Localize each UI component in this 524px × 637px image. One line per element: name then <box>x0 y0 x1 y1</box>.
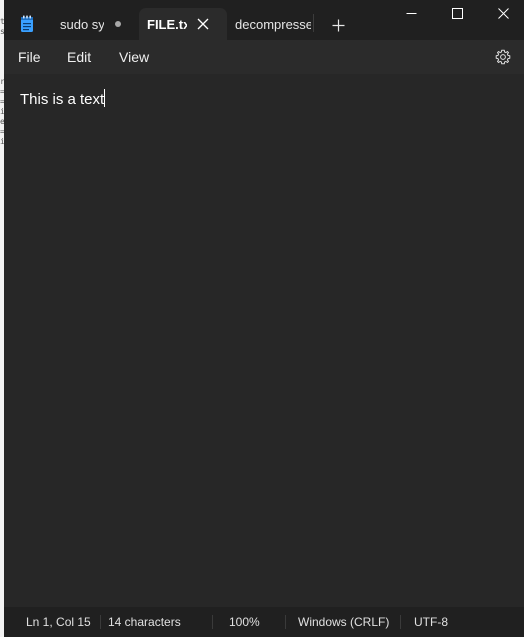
tab-decompressed[interactable]: decompressed <box>227 8 313 40</box>
status-separator <box>100 615 101 629</box>
status-bar: Ln 1, Col 15 14 characters 100% Windows … <box>4 607 524 637</box>
settings-gear-icon[interactable] <box>494 48 512 66</box>
tab-sudo-sy[interactable]: sudo sy <box>46 8 132 40</box>
tab-label: sudo sy <box>60 16 104 32</box>
encoding[interactable]: UTF-8 <box>414 607 448 637</box>
menu-bar: File Edit View <box>4 40 524 74</box>
notepad-app-icon <box>21 15 33 32</box>
editor-content[interactable]: This is a text <box>20 89 106 108</box>
tab-separator <box>313 14 314 32</box>
tab-label: FILE.txt <box>147 16 187 32</box>
status-separator <box>400 615 401 629</box>
menu-edit[interactable]: Edit <box>67 40 91 74</box>
maximize-icon <box>451 7 463 19</box>
cursor-position[interactable]: Ln 1, Col 15 <box>26 607 91 637</box>
character-count: 14 characters <box>108 615 181 629</box>
minimize-icon <box>406 12 416 14</box>
text-caret <box>104 89 106 107</box>
menu-view[interactable]: View <box>119 40 149 74</box>
status-separator <box>212 615 213 629</box>
maximize-button[interactable] <box>434 0 480 26</box>
editor-text: This is a text <box>20 91 105 108</box>
line-ending[interactable]: Windows (CRLF) <box>298 607 389 637</box>
close-icon <box>497 7 509 19</box>
status-separator <box>285 615 286 629</box>
close-tab-icon[interactable] <box>195 16 211 32</box>
notepad-window: sudo sy FILE.txt decompressed <box>4 0 524 637</box>
zoom-level[interactable]: 100% <box>229 607 260 637</box>
text-editor-area[interactable]: This is a text <box>4 74 524 607</box>
menu-file[interactable]: File <box>18 40 41 74</box>
tab-file-txt[interactable]: FILE.txt <box>139 8 227 40</box>
close-window-button[interactable] <box>480 0 524 26</box>
new-tab-plus-icon[interactable] <box>328 16 348 34</box>
minimize-button[interactable] <box>388 0 434 26</box>
unsaved-indicator-icon <box>115 21 121 27</box>
tab-label: decompressed <box>235 16 311 32</box>
title-bar[interactable]: sudo sy FILE.txt decompressed <box>4 0 524 40</box>
